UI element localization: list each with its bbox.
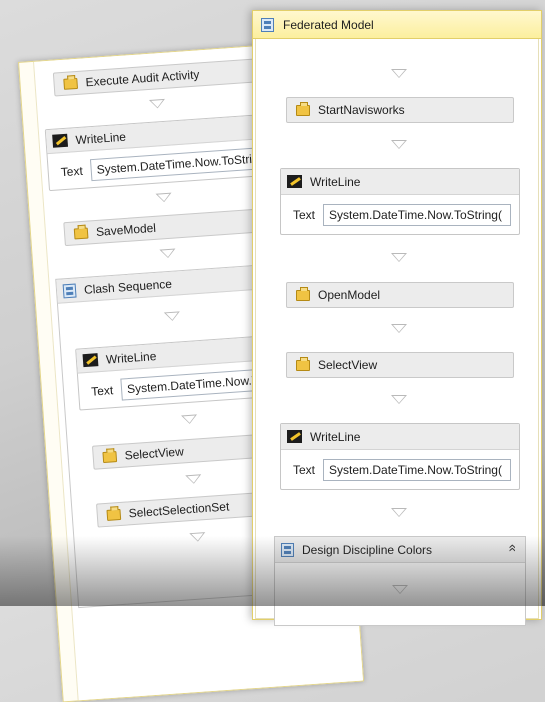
sequence-label: Clash Sequence	[83, 276, 173, 297]
box-icon	[296, 286, 310, 301]
activity-label: Execute Audit Activity	[85, 67, 200, 90]
writeline-activity[interactable]: WriteLine Text System.DateTime.Now.ToStr…	[280, 423, 520, 490]
box-icon	[296, 356, 310, 371]
flow-arrow-icon	[189, 532, 206, 543]
sequence-design-discipline-colors[interactable]: Design Discipline Colors »	[274, 536, 526, 626]
flow-arrow-icon	[391, 508, 407, 517]
page-title: Federated Model	[283, 17, 374, 32]
writeline-icon	[287, 430, 302, 443]
sequence-header: Federated Model	[253, 11, 541, 39]
federated-model-sequence[interactable]: Federated Model StartNavisworks WriteLin…	[252, 10, 542, 626]
writeline-icon	[82, 353, 99, 368]
writeline-header: WriteLine	[281, 424, 519, 450]
writeline-icon	[287, 175, 302, 188]
writeline-label: WriteLine	[310, 429, 361, 444]
activity-open-model[interactable]: OpenModel	[286, 282, 514, 308]
flow-arrow-icon	[159, 248, 177, 259]
activity-label: SelectSelectionSet	[128, 499, 230, 521]
activity-label: SaveModel	[95, 220, 157, 239]
flow-arrow-icon	[391, 395, 407, 404]
flow-arrow-icon	[185, 474, 202, 485]
text-field-label: Text	[293, 463, 316, 477]
writeline-label: WriteLine	[75, 129, 127, 147]
activity-label: SelectView	[318, 358, 378, 372]
writeline-label: WriteLine	[105, 348, 157, 367]
activity-label: OpenModel	[318, 288, 381, 302]
sequence-header: Design Discipline Colors »	[275, 537, 525, 563]
sequence-icon	[281, 542, 294, 557]
activity-label: SelectView	[124, 444, 185, 463]
writeline-activity[interactable]: WriteLine Text System.DateTime.Now.ToStr…	[280, 168, 520, 235]
flow-arrow-icon	[391, 140, 407, 149]
sequence-label: Design Discipline Colors	[302, 542, 433, 557]
box-icon	[73, 227, 89, 239]
writeline-label: WriteLine	[310, 174, 361, 189]
box-icon	[106, 508, 122, 521]
text-field-label: Text	[90, 383, 114, 399]
sequence-body: StartNavisworks WriteLine Text System.Da…	[255, 39, 539, 626]
text-expression-input[interactable]: System.DateTime.Now.ToString(	[323, 459, 511, 481]
text-expression-input[interactable]: System.DateTime.Now.ToString()	[89, 146, 270, 182]
activity-execute-audit[interactable]: Execute Audit Activity	[52, 58, 259, 97]
double-chevron-up-icon[interactable]: »	[503, 544, 519, 552]
activity-select-view[interactable]: SelectView	[286, 352, 514, 378]
sequence-icon	[62, 283, 77, 298]
sequence-icon	[261, 17, 274, 32]
flow-arrow-icon	[163, 311, 181, 322]
writeline-header: WriteLine	[281, 169, 519, 195]
writeline-icon	[52, 133, 69, 148]
flow-arrow-icon	[391, 253, 407, 262]
box-icon	[63, 77, 78, 90]
flow-arrow-icon	[392, 585, 408, 594]
activity-start-navisworks[interactable]: StartNavisworks	[286, 97, 514, 123]
activity-label: StartNavisworks	[318, 103, 405, 117]
writeline-activity[interactable]: WriteLine Text System.DateTime.Now.ToStr…	[44, 113, 279, 192]
activity-save-model[interactable]: SaveModel	[63, 207, 270, 247]
flow-arrow-icon	[391, 324, 407, 333]
box-icon	[296, 101, 310, 116]
flow-arrow-icon	[155, 192, 173, 203]
flow-arrow-icon	[391, 69, 407, 78]
text-field-label: Text	[60, 163, 84, 180]
flow-arrow-icon	[148, 98, 166, 109]
text-field-label: Text	[293, 208, 316, 222]
box-icon	[102, 450, 118, 463]
flow-arrow-icon	[181, 414, 198, 425]
text-expression-input[interactable]: System.DateTime.Now.ToString(	[323, 204, 511, 226]
